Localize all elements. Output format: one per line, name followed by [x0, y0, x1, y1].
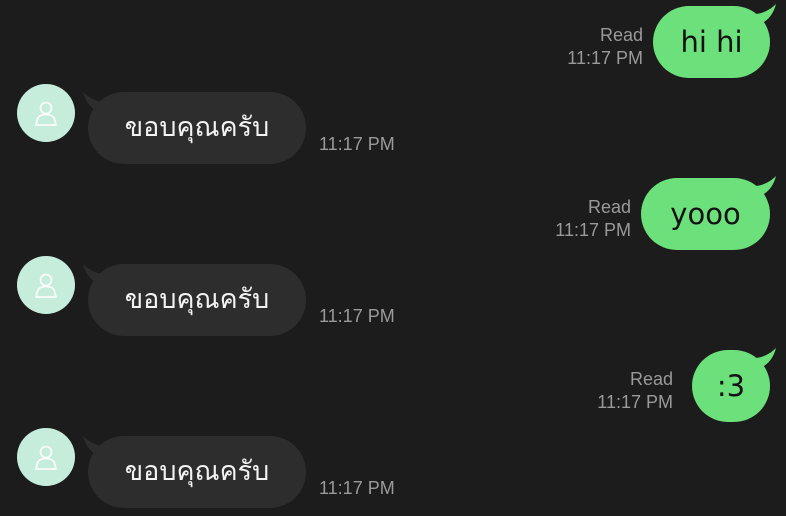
message-time: 11:17 PM — [319, 306, 395, 326]
chat-thread: Read 11:17 PM hi hi ขอบคุณครับ 11:17 PM … — [0, 0, 786, 516]
person-outline-icon — [35, 445, 57, 470]
message-bubble[interactable]: ขอบคุณครับ — [88, 264, 306, 336]
message-time: 11:17 PM — [319, 478, 395, 498]
message-time: 11:17 PM — [555, 220, 631, 240]
avatar[interactable] — [17, 428, 75, 486]
person-outline-icon — [35, 101, 57, 126]
message-meta: Read 11:17 PM — [555, 196, 631, 242]
message-meta: Read 11:17 PM — [567, 24, 643, 70]
read-status: Read — [599, 25, 643, 45]
message-time: 11:17 PM — [597, 392, 673, 412]
message-bubble[interactable]: hi hi — [653, 6, 770, 78]
message-bubble[interactable]: ขอบคุณครับ — [88, 92, 306, 164]
message-bubble[interactable]: ขอบคุณครับ — [88, 436, 306, 508]
person-outline-icon — [35, 273, 57, 298]
read-status: Read — [587, 197, 631, 217]
message-bubble[interactable]: yooo — [641, 178, 770, 250]
avatar[interactable] — [17, 84, 75, 142]
message-time: 11:17 PM — [567, 48, 643, 68]
message-bubble[interactable]: :3 — [692, 350, 770, 422]
message-time: 11:17 PM — [319, 134, 395, 154]
avatar[interactable] — [17, 256, 75, 314]
read-status: Read — [629, 369, 673, 389]
message-meta: Read 11:17 PM — [597, 368, 673, 414]
